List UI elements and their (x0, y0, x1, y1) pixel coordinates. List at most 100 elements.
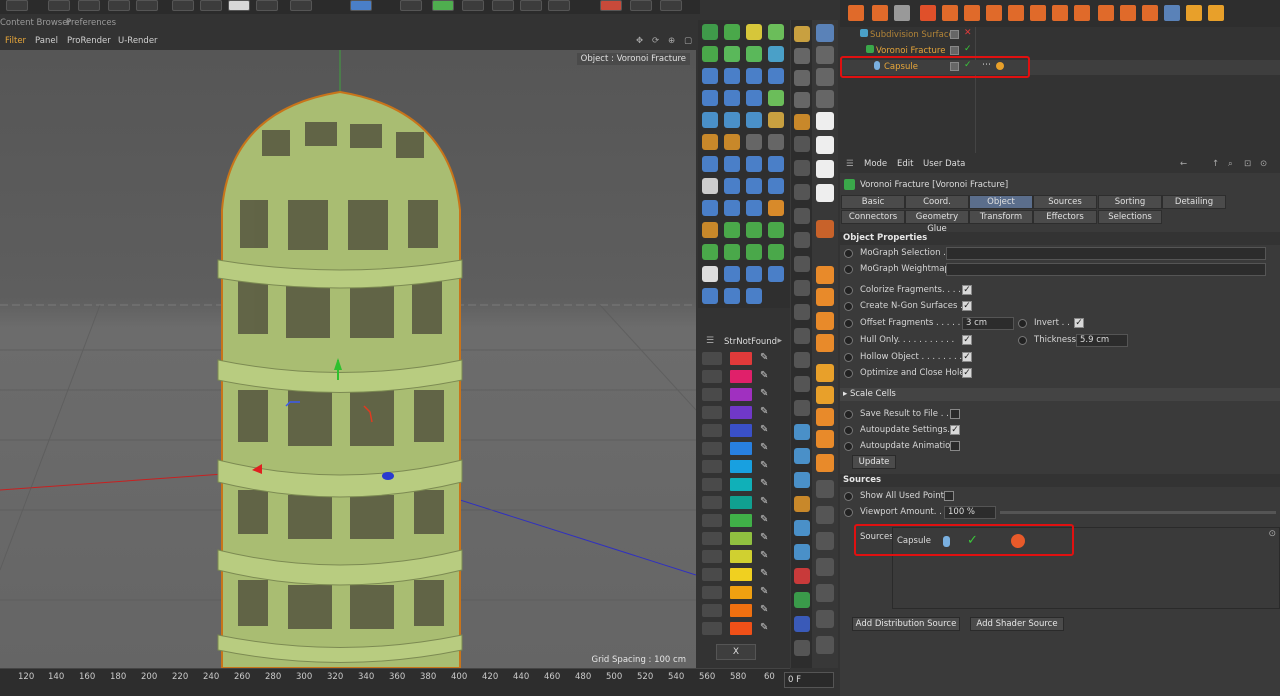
color-swatch[interactable] (730, 478, 752, 491)
swatch-slot[interactable] (702, 586, 722, 599)
update-button[interactable]: Update (852, 455, 896, 469)
color-swatch[interactable] (730, 496, 752, 509)
arrow-right-icon[interactable]: ▸ (777, 336, 782, 346)
mograph-icon[interactable] (746, 24, 762, 40)
animate-dot[interactable] (844, 442, 853, 451)
swatch-slot[interactable] (702, 496, 722, 509)
tool-icon[interactable] (1030, 5, 1046, 21)
ngon-checkbox[interactable]: ✓ (962, 301, 972, 311)
animate-dot[interactable] (1018, 336, 1027, 345)
animate-dot[interactable] (844, 410, 853, 419)
tool-icon[interactable] (816, 636, 834, 654)
color-swatch[interactable] (730, 532, 752, 545)
tag-icon[interactable] (768, 200, 784, 216)
tool-icon[interactable] (794, 352, 810, 368)
viewport-amount-slider[interactable] (1000, 511, 1276, 514)
tool-icon[interactable] (794, 544, 810, 560)
tool-icon[interactable] (794, 184, 810, 200)
save-result-checkbox[interactable] (950, 409, 960, 419)
add-shader-button[interactable]: Add Shader Source (970, 617, 1064, 631)
mograph-icon[interactable] (702, 46, 718, 62)
swatch-slot[interactable] (702, 370, 722, 383)
swatch-close-button[interactable]: X (716, 644, 756, 660)
tool-icon[interactable] (794, 232, 810, 248)
home-icon[interactable] (848, 5, 864, 21)
settings-icon[interactable]: ⊙ (1268, 529, 1276, 539)
tool-icon[interactable] (986, 5, 1002, 21)
tool-icon[interactable] (964, 5, 980, 21)
effector-icon[interactable] (724, 266, 740, 282)
tool-icon[interactable] (794, 496, 810, 512)
menu-edit[interactable]: Edit (897, 159, 913, 169)
settings-icon[interactable]: ⊙ (1260, 159, 1267, 169)
tool-icon[interactable] (1186, 5, 1202, 21)
spline-icon[interactable] (702, 112, 718, 128)
effector-icon[interactable] (768, 266, 784, 282)
mograph-icon[interactable] (746, 46, 762, 62)
tool-icon[interactable] (794, 256, 810, 272)
eyedropper-icon[interactable]: ✎ (760, 388, 774, 401)
tool-icon[interactable] (794, 208, 810, 224)
swatch-row[interactable]: ✎ (702, 586, 780, 600)
animate-dot[interactable] (844, 353, 853, 362)
tab-effectors[interactable]: Effectors (1033, 210, 1097, 224)
tool-icon[interactable] (816, 386, 834, 404)
menu-content-browser[interactable]: Content Browser (0, 18, 71, 28)
camera-icon[interactable] (768, 134, 784, 150)
tool-icon[interactable] (630, 0, 652, 11)
effector-icon[interactable] (746, 266, 762, 282)
tool-icon[interactable] (256, 0, 278, 11)
swatch-row[interactable]: ✎ (702, 532, 780, 546)
animate-dot[interactable] (1018, 319, 1027, 328)
frame-field[interactable]: 0 F (784, 672, 834, 688)
cube-icon[interactable] (350, 0, 372, 11)
thickness-field[interactable]: 5.9 cm (1076, 334, 1128, 347)
tool-icon[interactable] (794, 448, 810, 464)
menu-icon[interactable]: ☰ (706, 336, 714, 346)
effector-icon[interactable] (702, 266, 718, 282)
3d-icon[interactable] (794, 48, 810, 64)
tool-icon[interactable] (400, 0, 422, 11)
primitive-icon[interactable] (746, 90, 762, 106)
eyedropper-icon[interactable]: ✎ (760, 514, 774, 527)
color-swatch[interactable] (730, 604, 752, 617)
arrow-up-icon[interactable]: ↑ (1212, 159, 1219, 169)
light-icon[interactable] (702, 178, 718, 194)
layout-icon[interactable] (816, 184, 834, 202)
deformer-icon[interactable] (724, 134, 740, 150)
swatch-row[interactable]: ✎ (702, 568, 780, 582)
tool-icon[interactable] (816, 480, 834, 498)
tool-icon[interactable] (492, 0, 514, 11)
autoupdate-settings-checkbox[interactable]: ✓ (950, 425, 960, 435)
animate-dot[interactable] (844, 336, 853, 345)
primitive-icon[interactable] (702, 90, 718, 106)
3d-viewport[interactable]: Object : Voronoi Fracture Grid Spacing :… (0, 50, 696, 668)
add-distribution-button[interactable]: Add Distribution Source (852, 617, 960, 631)
layout-icon[interactable] (816, 136, 834, 154)
mograph-icon[interactable] (768, 46, 784, 62)
animate-dot[interactable] (844, 426, 853, 435)
tool-icon[interactable] (816, 610, 834, 628)
tool-icon[interactable] (1142, 5, 1158, 21)
tag-icon[interactable] (702, 200, 718, 216)
animate-dot[interactable] (844, 319, 853, 328)
enabled-check-icon[interactable]: ✓ (964, 44, 972, 54)
tab-geometry-glue[interactable]: Geometry Glue (905, 210, 969, 234)
tool-icon[interactable] (794, 568, 810, 584)
tool-icon[interactable] (816, 312, 834, 330)
tool-icon[interactable] (548, 0, 570, 11)
tool-icon[interactable] (816, 584, 834, 602)
tool-icon[interactable] (1208, 5, 1224, 21)
swatch-slot[interactable] (702, 478, 722, 491)
eyedropper-icon[interactable]: ✎ (760, 352, 774, 365)
tool-icon[interactable] (816, 68, 834, 86)
render-icon[interactable] (200, 0, 222, 11)
spline-icon[interactable] (768, 90, 784, 106)
tab-sources[interactable]: Sources (1033, 195, 1097, 209)
tag-icon[interactable] (746, 200, 762, 216)
tool-icon[interactable] (290, 0, 312, 11)
tool-icon[interactable] (794, 376, 810, 392)
scene-icon[interactable] (724, 156, 740, 172)
tool-icon[interactable] (520, 0, 542, 11)
mograph-selection-field[interactable] (946, 247, 1266, 260)
